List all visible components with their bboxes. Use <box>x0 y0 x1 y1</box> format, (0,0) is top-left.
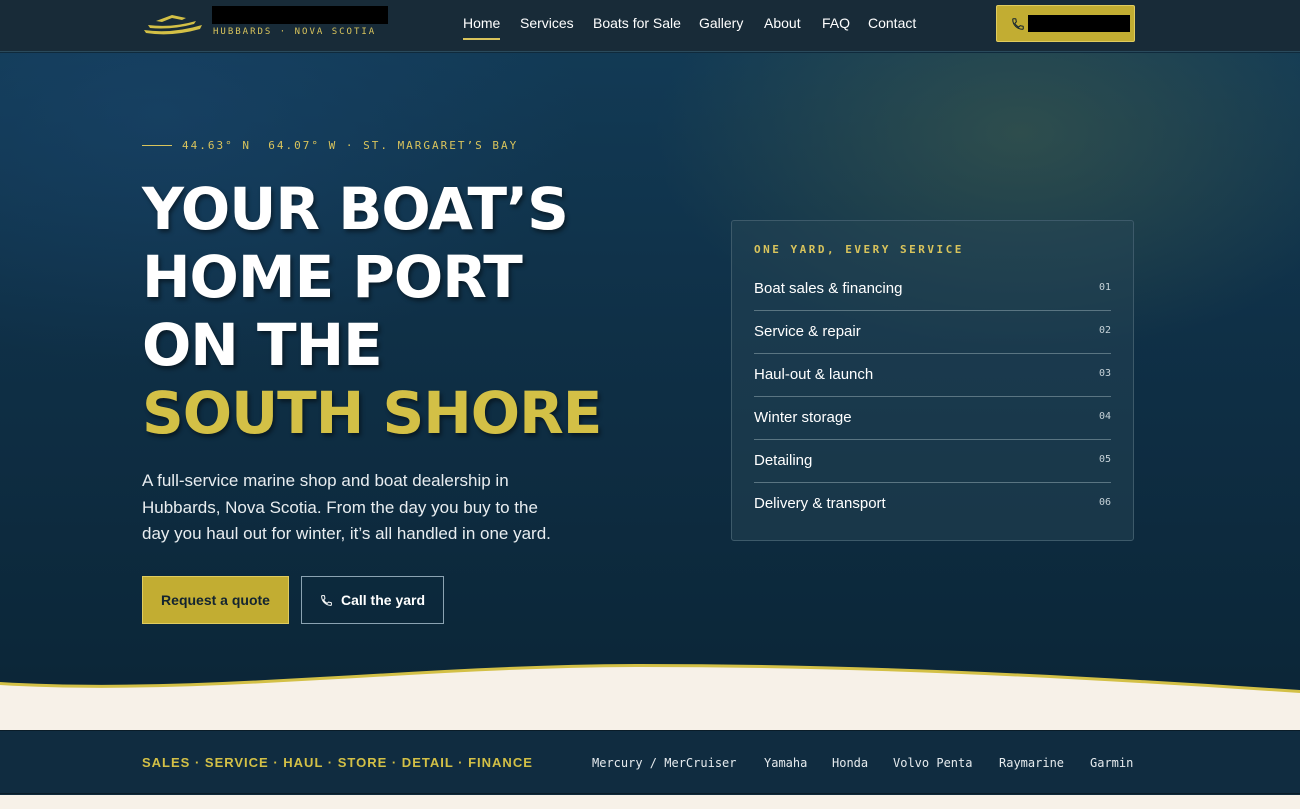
brand-name: Yamaha <box>764 756 808 770</box>
service-number: 02 <box>1098 325 1111 336</box>
hero-headline: YOUR BOAT’S HOME PORT ON THE SOUTH SHORE <box>142 175 602 447</box>
nav-contact[interactable]: Contact <box>868 15 916 31</box>
nav-services[interactable]: Services <box>520 15 574 31</box>
brand-name: Honda <box>832 756 869 770</box>
service-label: Boat sales & financing <box>754 280 903 297</box>
brand-name: Volvo Penta <box>893 756 973 770</box>
phone-icon <box>1012 18 1024 30</box>
services-panel: ONE YARD, EVERY SERVICE Boat sales & fin… <box>731 220 1134 541</box>
service-row[interactable]: Winter storage 04 <box>754 397 1111 440</box>
service-label: Detailing <box>754 452 813 469</box>
service-row[interactable]: Detailing 05 <box>754 440 1111 483</box>
service-row[interactable]: Service & repair 02 <box>754 311 1111 354</box>
nav-faq[interactable]: FAQ <box>822 15 850 31</box>
service-row[interactable]: Haul-out & launch 03 <box>754 354 1111 397</box>
service-number: 01 <box>1098 282 1111 293</box>
service-row[interactable]: Delivery & transport 06 <box>754 483 1111 526</box>
site-header: HUBBARDS · NOVA SCOTIA Home Services Boa… <box>0 0 1300 52</box>
logo-name-redacted <box>212 6 388 24</box>
service-label: Delivery & transport <box>754 495 886 512</box>
request-quote-button[interactable]: Request a quote <box>142 576 289 624</box>
nav-boats-for-sale[interactable]: Boats for Sale <box>593 15 681 31</box>
nav-gallery[interactable]: Gallery <box>699 15 743 31</box>
service-label: Service & repair <box>754 323 861 340</box>
brand-strip: SALES · SERVICE · HAUL · STORE · DETAIL … <box>0 730 1300 794</box>
call-yard-button[interactable]: Call the yard <box>301 576 444 624</box>
wave-divider <box>0 664 1300 730</box>
services-panel-title: ONE YARD, EVERY SERVICE <box>754 243 964 256</box>
hero-intro: A full-service marine shop and boat deal… <box>142 471 551 543</box>
boat-logo-icon[interactable] <box>142 10 204 38</box>
coordinates-rule <box>142 145 172 146</box>
phone-number-redacted <box>1028 15 1130 32</box>
services-tagline: SALES · SERVICE · HAUL · STORE · DETAIL … <box>142 755 533 770</box>
service-label: Winter storage <box>754 409 852 426</box>
nav-about[interactable]: About <box>764 15 801 31</box>
headline-line-1: YOUR BOAT’S <box>142 175 569 243</box>
service-row[interactable]: Boat sales & financing 01 <box>754 268 1111 311</box>
service-number: 06 <box>1098 497 1111 508</box>
service-number: 04 <box>1098 411 1111 422</box>
headline-line-2: HOME PORT <box>142 243 523 311</box>
service-number: 05 <box>1098 454 1111 465</box>
headline-line-3: ON THE <box>142 311 383 379</box>
service-label: Haul-out & launch <box>754 366 874 383</box>
brand-name: Mercury / MerCruiser <box>592 756 737 770</box>
hero-coordinates: 44.63° N 64.07° W · ST. MARGARET’S BAY <box>142 139 518 152</box>
header-phone-button[interactable] <box>996 5 1135 42</box>
coordinates-text: 44.63° N 64.07° W · ST. MARGARET’S BAY <box>182 139 519 152</box>
nav-home[interactable]: Home <box>463 15 501 40</box>
phone-icon <box>321 594 332 606</box>
call-yard-label: Call the yard <box>340 592 426 608</box>
logo-subtitle: HUBBARDS · NOVA SCOTIA <box>213 27 377 37</box>
next-section-edge <box>0 795 1300 809</box>
hero-section: 44.63° N 64.07° W · ST. MARGARET’S BAY Y… <box>0 53 1300 730</box>
brand-name: Raymarine <box>999 756 1065 770</box>
headline-accent: SOUTH SHORE <box>142 379 602 447</box>
service-number: 03 <box>1098 368 1111 379</box>
brand-name: Garmin <box>1090 756 1134 770</box>
